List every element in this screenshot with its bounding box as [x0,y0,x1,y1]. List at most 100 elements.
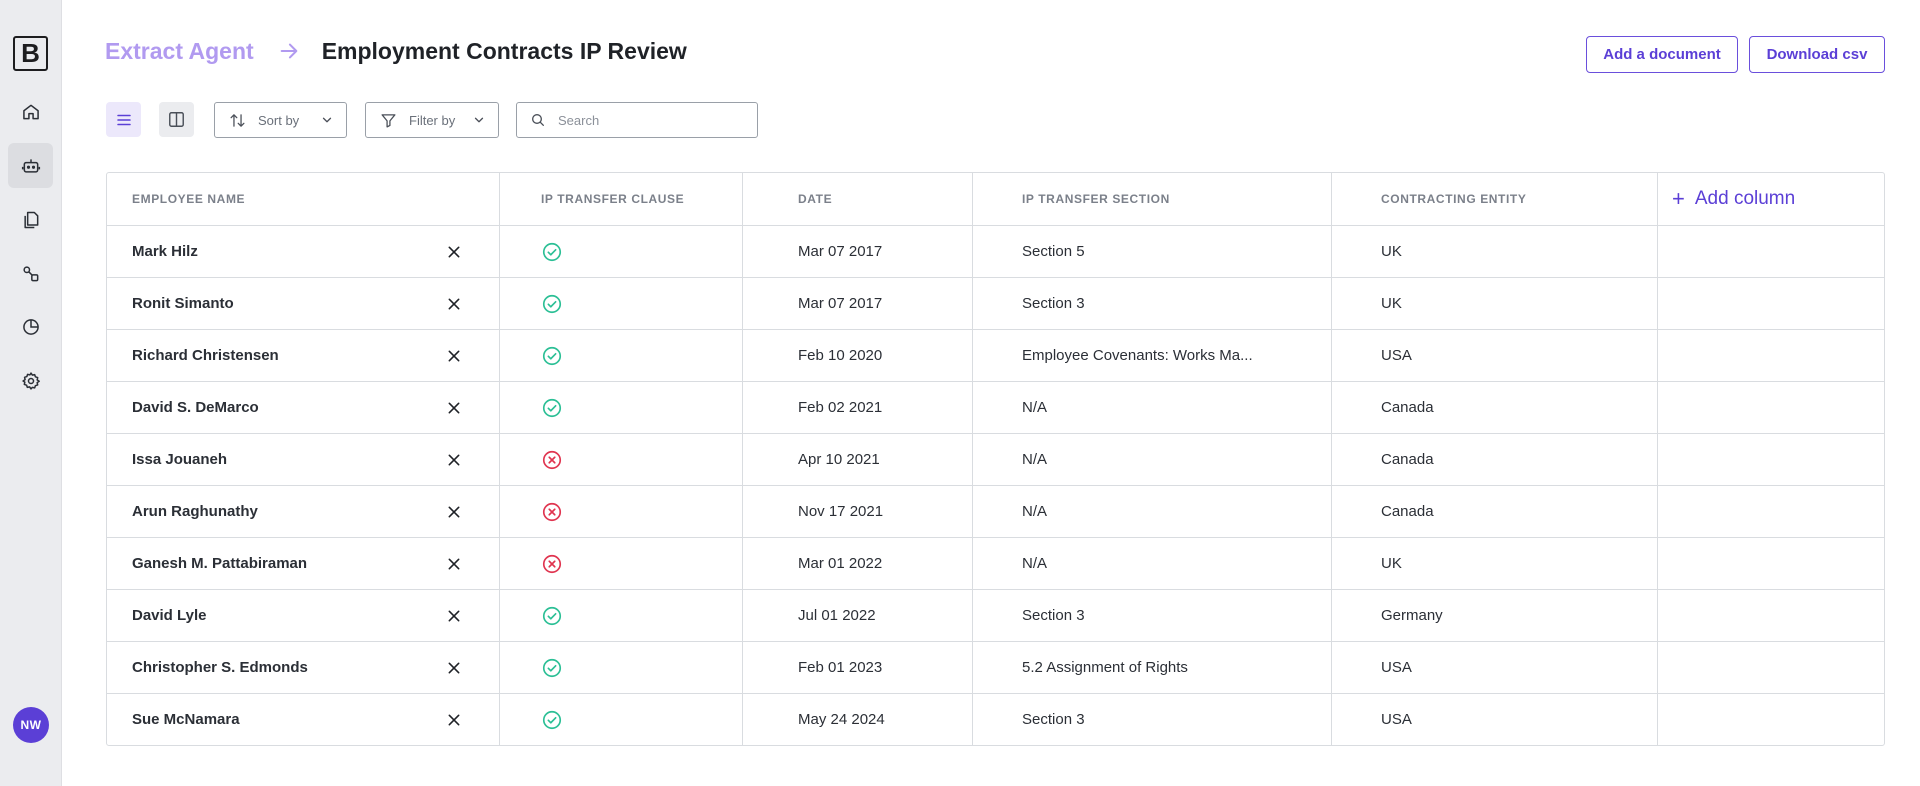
sidebar-item-documents[interactable] [8,197,53,242]
remove-row-button[interactable] [444,554,464,574]
close-icon [448,714,460,726]
remove-row-button[interactable] [444,606,464,626]
empty-cell [1658,226,1884,277]
ip-transfer-section-cell: Section 5 [973,226,1332,277]
column-header-ip-transfer-section[interactable]: IP TRANSFER SECTION [973,173,1332,225]
sidebar-item-settings[interactable] [8,358,53,403]
filter-dropdown[interactable]: Filter by [365,102,499,138]
download-csv-button[interactable]: Download csv [1749,36,1885,73]
table-row[interactable]: Ronit Simanto Mar 07 2017 Section 3 UK [107,277,1884,329]
column-header-employee-name[interactable]: EMPLOYEE NAME [107,173,500,225]
ip-transfer-section-cell: Section 3 [973,278,1332,329]
search-box [516,102,758,138]
date-cell: Mar 01 2022 [743,538,973,589]
date-cell: May 24 2024 [743,694,973,745]
employee-name-cell: Richard Christensen [107,330,500,381]
contracting-entity-cell: USA [1332,694,1658,745]
close-icon [448,506,460,518]
employee-name: David Lyle [132,607,207,624]
sidebar: B NW [0,0,62,786]
close-icon [448,558,460,570]
table-row[interactable]: Richard Christensen Feb 10 2020 Employee C… [107,329,1884,381]
employee-name-cell: Mark Hilz [107,226,500,277]
employee-name-cell: Arun Raghunathy [107,486,500,537]
close-icon [448,610,460,622]
ip-transfer-section-cell: N/A [973,434,1332,485]
add-column-label: Add column [1694,188,1796,209]
sidebar-item-analytics[interactable] [8,304,53,349]
employee-name: Ronit Simanto [132,295,234,312]
employee-name-cell: Ganesh M. Pattabiraman [107,538,500,589]
empty-cell [1658,330,1884,381]
table-row[interactable]: Sue McNamara May 24 2024 Section 3 USA [107,693,1884,745]
table-row[interactable]: Arun Raghunathy Nov 17 2021 N/A Canada [107,485,1884,537]
split-view-button[interactable] [159,102,194,137]
remove-row-button[interactable] [444,502,464,522]
ip-transfer-section-cell: Section 3 [973,694,1332,745]
gear-icon [21,371,40,390]
column-header-ip-transfer-clause[interactable]: IP TRANSFER CLAUSE [500,173,743,225]
remove-row-button[interactable] [444,710,464,730]
chevron-down-icon [474,117,484,123]
table-row[interactable]: David Lyle Jul 01 2022 Section 3 Germany [107,589,1884,641]
table-row[interactable]: Mark Hilz Mar 07 2017 Section 5 UK [107,225,1884,277]
arrow-right-icon [280,43,298,59]
empty-cell [1658,694,1884,745]
avatar[interactable]: NW [13,707,49,743]
ip-transfer-section-cell: Employee Covenants: Works Ma... [973,330,1332,381]
ip-transfer-clause-cell [500,226,743,277]
employee-name: Issa Jouaneh [132,451,228,468]
column-header-contracting-entity[interactable]: CONTRACTING ENTITY [1332,173,1658,225]
table-row[interactable]: Christopher S. Edmonds Feb 01 2023 5.2 Ass… [107,641,1884,693]
date-cell: Jul 01 2022 [743,590,973,641]
contracting-entity-cell: UK [1332,226,1658,277]
list-view-button[interactable] [106,102,141,137]
employee-name: Richard Christensen [132,347,279,364]
close-icon [448,350,460,362]
employee-name: Sue McNamara [132,711,240,728]
ip-transfer-clause-cell [500,590,743,641]
sort-dropdown[interactable]: Sort by [214,102,347,138]
chevron-down-icon [322,117,332,123]
check-circle-icon [542,294,562,313]
add-document-button[interactable]: Add a document [1586,36,1738,73]
table-row[interactable]: Issa Jouaneh Apr 10 2021 N/A Canada [107,433,1884,485]
ip-transfer-clause-cell [500,382,743,433]
contracting-entity-cell: Canada [1332,434,1658,485]
date-cell: Apr 10 2021 [743,434,973,485]
contracting-entity-cell: UK [1332,538,1658,589]
employee-name-cell: Christopher S. Edmonds [107,642,500,693]
add-column-button[interactable]: + Add column [1658,173,1884,225]
remove-row-button[interactable] [444,658,464,678]
ip-transfer-section-cell: Section 3 [973,590,1332,641]
x-circle-icon [542,450,562,469]
table-row[interactable]: Ganesh M. Pattabiraman Mar 01 2022 N/A UK [107,537,1884,589]
close-icon [448,246,460,258]
sidebar-item-home[interactable] [8,89,53,134]
table-row[interactable]: David S. DeMarco Feb 02 2021 N/A Canada [107,381,1884,433]
remove-row-button[interactable] [444,346,464,366]
sidebar-item-workflows[interactable] [8,251,53,296]
ip-transfer-section-cell: N/A [973,538,1332,589]
empty-cell [1658,434,1884,485]
contracting-entity-cell: Germany [1332,590,1658,641]
employee-name: David S. DeMarco [132,399,259,416]
logo[interactable]: B [13,36,48,71]
ip-transfer-clause-cell [500,538,743,589]
column-header-date[interactable]: DATE [743,173,973,225]
breadcrumb-root-link[interactable]: Extract Agent [105,38,254,65]
sidebar-item-agents[interactable] [8,143,53,188]
remove-row-button[interactable] [444,294,464,314]
remove-row-button[interactable] [444,242,464,262]
remove-row-button[interactable] [444,398,464,418]
empty-cell [1658,486,1884,537]
employee-name-cell: David Lyle [107,590,500,641]
search-input[interactable] [558,112,748,128]
plus-icon: + [1672,186,1685,211]
breadcrumb: Extract Agent Employment Contracts IP Re… [105,36,687,66]
contracting-entity-cell: Canada [1332,382,1658,433]
ip-transfer-clause-cell [500,642,743,693]
ip-transfer-section-cell: N/A [973,382,1332,433]
check-circle-icon [542,606,562,625]
remove-row-button[interactable] [444,450,464,470]
